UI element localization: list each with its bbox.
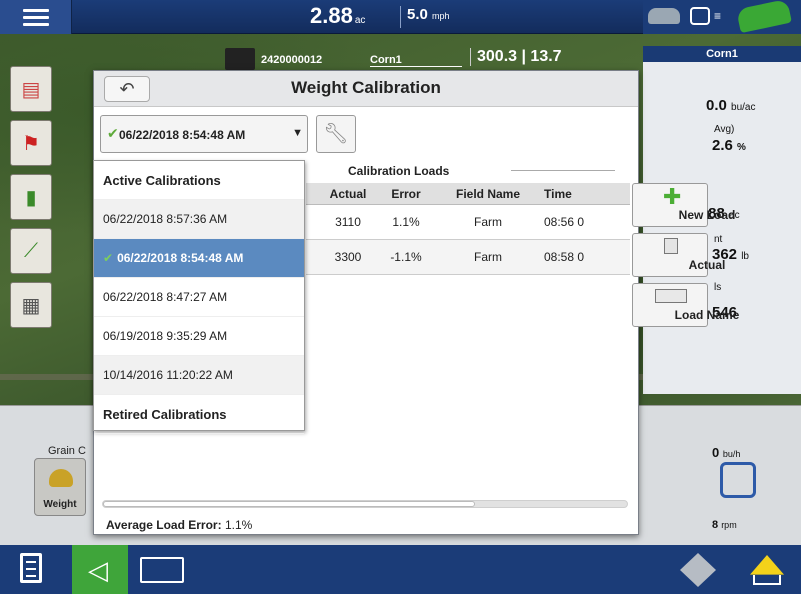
navigation-arrow-icon: ◁ (88, 555, 108, 585)
flag-icon: ⚑ (22, 132, 40, 155)
cell-actual: 3300 (334, 250, 362, 264)
avg-label: Avg) (714, 124, 735, 135)
panel-title: Corn1 (706, 48, 738, 60)
bottom-nav: ◁ (0, 545, 801, 594)
field-selector[interactable]: Corn1 (370, 54, 462, 67)
wrench-button[interactable]: 🔧︎ (316, 115, 356, 153)
top-status-bar: 2.88 ac 5.0 mph ≡ (0, 0, 801, 34)
new-load-button[interactable]: ✚ New Load (632, 183, 735, 227)
rpm-readout: 8 rpm (712, 519, 737, 531)
load-name-button[interactable]: Load Name (632, 283, 739, 327)
dialog-title: Weight Calibration (291, 78, 441, 97)
grid-icon: ▦ (21, 294, 41, 317)
implement-icon[interactable] (680, 553, 716, 587)
table-row[interactable]: 3110 1.1% Farm 08:56 0 (306, 205, 630, 240)
split-view-icon[interactable] (140, 557, 184, 583)
bar-chart-icon: ▮ (25, 186, 37, 209)
cell-time: 08:56 0 (544, 215, 585, 229)
loads-table: Actual Error Field Name Time 3110 1.1% F… (306, 183, 630, 275)
grain-pile-icon (49, 469, 73, 487)
legend-icon: ▤ (21, 78, 41, 101)
calculator-icon (664, 238, 678, 254)
calibration-option[interactable]: 06/19/2018 9:35:29 AM (94, 317, 304, 356)
menu-icon (22, 8, 49, 12)
warning-base-icon (753, 575, 781, 585)
speed-readout: 5.0 mph (400, 6, 450, 28)
gps-status-icon[interactable] (648, 8, 680, 24)
retired-calibrations-heading: Retired Calibrations (94, 395, 304, 434)
map-tools: ▤ ⚑ ▮ ⟋ ▦ (10, 66, 52, 336)
check-icon: ✔ (107, 125, 119, 141)
signal-bars-icon: ≡ (714, 9, 722, 23)
table-row[interactable]: 3300 -1.1% Farm 08:58 0 (306, 240, 630, 275)
dialog-header: ↶ Weight Calibration (94, 71, 638, 107)
cell-time: 08:58 0 (544, 250, 585, 264)
grain-label: Grain C (48, 445, 86, 457)
wrench-icon: 🔧︎ (323, 123, 349, 145)
dropdown-arrow-icon: ▼ (292, 127, 303, 139)
scrollbar-thumb[interactable] (103, 501, 475, 507)
menu-button[interactable] (0, 0, 72, 34)
column-header[interactable]: Time (540, 183, 604, 204)
vehicle-values: 300.3 | 13.7 (470, 48, 562, 66)
cell-actual: 3110 (335, 215, 361, 229)
table-header: Actual Error Field Name Time (306, 183, 630, 205)
area-readout: 2.88 ac (310, 3, 366, 28)
calibration-option[interactable]: 06/22/2018 8:47:27 AM (94, 278, 304, 317)
guidance-icon: ⟋ (24, 239, 38, 262)
cell-error: 1.1% (392, 215, 420, 229)
loads-label: ls (714, 282, 722, 293)
keyboard-icon (655, 289, 687, 303)
moisture-readout: 2.6 % (712, 137, 746, 154)
selected-calibration: 06/22/2018 8:54:48 AM (119, 128, 246, 142)
yield-readout: 0.0 bu/ac (706, 97, 756, 114)
column-header[interactable]: Field Name (436, 183, 540, 204)
guidance-tool-button[interactable]: ⟋ (10, 228, 52, 274)
weight-label: nt (714, 234, 723, 245)
check-icon: ✔ (103, 251, 114, 265)
calibration-option-selected[interactable]: ✔ 06/22/2018 8:54:48 AM (94, 239, 304, 278)
calibration-select[interactable]: ✔ 06/22/2018 8:54:48 AM ▼ (100, 115, 308, 153)
cell-field: Farm (474, 215, 502, 229)
combine-icon (225, 48, 255, 70)
column-header[interactable]: Error (376, 183, 436, 204)
plus-icon: ✚ (663, 184, 682, 209)
calibration-option[interactable]: 06/22/2018 8:57:36 AM (94, 200, 304, 239)
chart-tool-button[interactable]: ▮ (10, 174, 52, 220)
active-calibrations-heading: Active Calibrations (94, 161, 304, 200)
loads-title: Calibration Loads (348, 164, 450, 178)
rotor-icon (720, 462, 756, 498)
column-header[interactable]: Actual (320, 183, 376, 204)
flag-tool-button[interactable]: ⚑ (10, 120, 52, 166)
vehicle-id[interactable]: 2420000012 (261, 54, 322, 66)
document-icon[interactable] (20, 553, 42, 583)
weight-button[interactable]: Weight (34, 458, 86, 516)
cell-error: -1.1% (390, 250, 422, 264)
calibration-dropdown-list: Active Calibrations 06/22/2018 8:57:36 A… (93, 160, 305, 434)
average-load-error: Average Load Error: 1.1% (106, 518, 253, 532)
cell-field: Farm (474, 250, 502, 264)
legend-tool-button[interactable]: ▤ (10, 66, 52, 112)
calibration-option[interactable]: 10/14/2016 11:20:22 AM (94, 356, 304, 395)
flow-readout: 0 bu/h (712, 445, 741, 460)
horizontal-scrollbar[interactable] (102, 500, 628, 508)
divider (511, 170, 615, 171)
grid-tool-button[interactable]: ▦ (10, 282, 52, 328)
actual-button[interactable]: Actual (632, 233, 725, 277)
display-status-icon[interactable] (690, 7, 710, 25)
